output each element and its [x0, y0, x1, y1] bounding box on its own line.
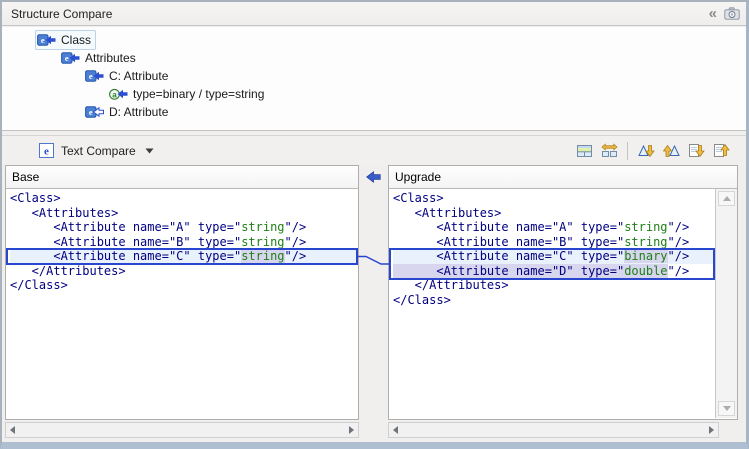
code-line: <Attributes>: [393, 206, 715, 221]
tree-item[interactable]: e Attributes: [2, 49, 746, 67]
upgrade-pane: Upgrade <Class> <Attributes> <Attribute …: [388, 165, 738, 420]
triangle-up-icon: [723, 196, 731, 201]
next-difference-button[interactable]: [635, 140, 657, 162]
scroll-right-icon[interactable]: [709, 426, 714, 434]
code-line: <Attributes>: [10, 206, 358, 221]
ediff-change-icon: e: [85, 70, 104, 83]
tree-item-label: C: Attribute: [109, 67, 168, 85]
layout-icon: [576, 143, 593, 159]
next-change-button[interactable]: [685, 140, 707, 162]
toolbar-separator: [627, 142, 628, 160]
tree-item-label: type=binary / type=string: [133, 85, 264, 103]
next-change-icon: [688, 143, 705, 159]
previous-change-icon: [713, 143, 730, 159]
upgrade-pane-header: Upgrade: [389, 166, 737, 189]
tree-item-label: D: Attribute: [109, 103, 168, 121]
svg-text:e: e: [41, 35, 45, 45]
tree-item-label: Class: [61, 31, 91, 49]
svg-text:e: e: [65, 53, 69, 63]
structure-compare-title: Structure Compare: [11, 7, 112, 21]
ediff-change-icon: e: [61, 52, 80, 65]
svg-text:a: a: [112, 90, 117, 99]
code-line: </Attributes>: [393, 278, 715, 293]
svg-text:e: e: [89, 71, 93, 81]
tree-item[interactable]: e C: Attribute: [2, 67, 746, 85]
text-compare-toolbar: [573, 140, 732, 162]
code-line: </Class>: [10, 278, 358, 293]
scroll-down-button[interactable]: [718, 401, 735, 416]
code-line: <Class>: [10, 191, 358, 206]
compare-editor-window: Structure Compare « e Class e Attributes e C:…: [0, 0, 749, 449]
scroll-right-icon[interactable]: [349, 426, 354, 434]
scroll-left-icon[interactable]: [393, 426, 398, 434]
structure-compare-actions: «: [709, 7, 740, 21]
tree-item[interactable]: e Class: [2, 31, 746, 49]
scroll-up-button[interactable]: [718, 191, 735, 206]
diff-gutter: [359, 165, 388, 420]
vertical-scrollbar[interactable]: [715, 189, 737, 418]
structure-compare-header: Structure Compare «: [2, 2, 746, 26]
code-line: <Attribute name="B" type="string"/>: [10, 235, 358, 250]
next-difference-icon: [638, 143, 655, 159]
tree-item[interactable]: e D: Attribute: [2, 103, 746, 121]
e-badge-icon: e: [39, 143, 54, 158]
code-line: </Class>: [393, 293, 715, 308]
swap-left-right-button[interactable]: [598, 140, 620, 162]
previous-difference-icon: [663, 143, 680, 159]
upgrade-code-editor[interactable]: <Class> <Attributes> <Attribute name="A"…: [389, 189, 715, 418]
code-line: <Attribute name="C" type="string"/>: [10, 249, 358, 264]
two-pane-layout-button[interactable]: [573, 140, 595, 162]
triangle-down-icon: [723, 406, 731, 411]
attribute-change-icon: a: [109, 88, 128, 101]
svg-text:e: e: [44, 145, 49, 157]
scroll-left-icon[interactable]: [10, 426, 15, 434]
previous-change-button[interactable]: [710, 140, 732, 162]
code-line: </Attributes>: [10, 264, 358, 279]
base-pane: Base <Class> <Attributes> <Attribute nam…: [5, 165, 359, 420]
chevron-down-icon[interactable]: [145, 148, 154, 154]
swap-icon: [601, 143, 618, 159]
code-line: <Attribute name="A" type="string"/>: [393, 220, 715, 235]
compare-body: Base <Class> <Attributes> <Attribute nam…: [5, 165, 738, 420]
text-compare-header: e Text Compare: [2, 135, 746, 165]
upgrade-horizontal-scrollbar[interactable]: [388, 422, 719, 438]
tree-item[interactable]: a type=binary / type=string: [2, 85, 746, 103]
code-line: <Attribute name="A" type="string"/>: [10, 220, 358, 235]
camera-icon[interactable]: [724, 7, 740, 20]
base-horizontal-scrollbar[interactable]: [5, 422, 359, 438]
base-code-editor[interactable]: <Class> <Attributes> <Attribute name="A"…: [6, 189, 358, 418]
code-line: <Attribute name="D" type="double"/>: [393, 264, 715, 279]
previous-difference-button[interactable]: [660, 140, 682, 162]
code-line: <Class>: [393, 191, 715, 206]
tree-item-label: Attributes: [85, 49, 136, 67]
double-chevron-left-icon[interactable]: «: [709, 7, 716, 21]
base-pane-header: Base: [6, 166, 358, 189]
blue-left-arrow-icon[interactable]: [366, 171, 381, 183]
code-line: <Attribute name="C" type="binary"/>: [393, 249, 715, 264]
svg-text:e: e: [89, 107, 93, 117]
structure-tree: e Class e Attributes e C: Attribute a type=bina…: [2, 27, 746, 131]
code-line: <Attribute name="B" type="string"/>: [393, 235, 715, 250]
ediff-add-icon: e: [85, 106, 104, 119]
ediff-change-icon: e: [37, 34, 56, 47]
text-compare-title: Text Compare: [61, 144, 136, 158]
